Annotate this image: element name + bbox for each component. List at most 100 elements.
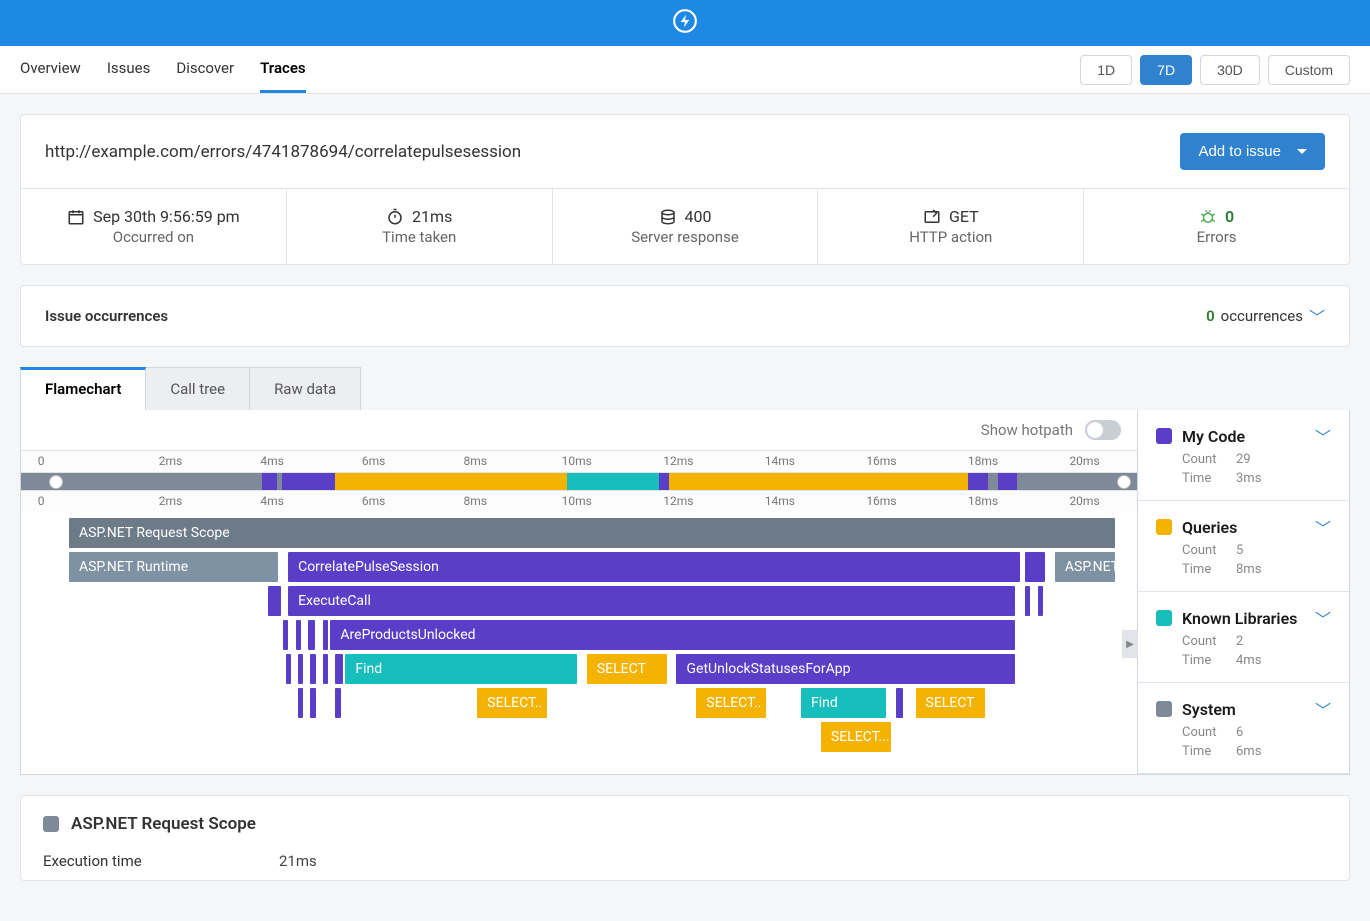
caret-down-icon xyxy=(1297,149,1307,154)
minimap-segment xyxy=(262,473,277,490)
axis-tick: 0 xyxy=(38,454,45,468)
chevron-down-icon: ﹀ xyxy=(1315,606,1331,630)
minimap-segment xyxy=(528,473,567,490)
legend-count-value: 29 xyxy=(1236,452,1251,467)
calendar-icon xyxy=(67,208,85,226)
axis-tick: 2ms xyxy=(159,494,182,508)
flame-span[interactable] xyxy=(335,688,340,718)
legend-count-label: Count xyxy=(1182,452,1222,467)
flame-span[interactable] xyxy=(296,620,301,650)
flame-span[interactable] xyxy=(310,654,315,684)
legend-system[interactable]: System ﹀ Count6 Time6ms xyxy=(1138,683,1349,774)
flame-span[interactable] xyxy=(298,688,303,718)
flame-span[interactable] xyxy=(286,654,291,684)
flame-span[interactable] xyxy=(1025,586,1030,616)
legend-time-value: 8ms xyxy=(1236,562,1261,577)
flame-span[interactable] xyxy=(308,620,315,650)
time-axis-bottom: 02ms4ms6ms8ms10ms12ms14ms16ms18ms20ms xyxy=(21,490,1137,512)
flame-span[interactable]: Find xyxy=(345,654,577,684)
flame-span[interactable]: CorrelatePulseSession xyxy=(288,552,1020,582)
axis-tick: 6ms xyxy=(362,454,385,468)
minimap[interactable] xyxy=(21,472,1137,490)
minimap-segment xyxy=(998,473,1017,490)
flame-span[interactable] xyxy=(323,620,328,650)
stat-server-response: 400 Server response xyxy=(553,189,819,264)
flamechart-body[interactable]: ASP.NET Request Scope ASP.NET Runtime Corr… xyxy=(21,512,1137,772)
range-1d[interactable]: 1D xyxy=(1080,55,1132,85)
trace-header-panel: http://example.com/errors/4741878694/cor… xyxy=(20,114,1350,265)
chevron-down-icon: ﹀ xyxy=(1315,697,1331,721)
flame-span[interactable]: Find xyxy=(801,688,886,718)
minimap-handle-right[interactable] xyxy=(1117,475,1131,489)
flame-span[interactable] xyxy=(310,688,315,718)
tab-raw-data[interactable]: Raw data xyxy=(250,367,361,410)
flame-span[interactable]: SELECT.. xyxy=(477,688,547,718)
axis-tick: 16ms xyxy=(866,454,896,468)
axis-tick: 0 xyxy=(38,494,45,508)
flame-span[interactable] xyxy=(268,586,280,616)
legend-count-value: 2 xyxy=(1236,634,1243,649)
tab-flamechart[interactable]: Flamechart xyxy=(20,367,146,410)
legend-time-value: 6ms xyxy=(1236,744,1261,759)
flame-span[interactable]: ASP.NET Runtime xyxy=(69,552,278,582)
flame-span[interactable]: SELECT xyxy=(916,688,986,718)
legend-time-label: Time xyxy=(1182,471,1222,486)
stat-http-action: GET HTTP action xyxy=(818,189,1084,264)
flame-span[interactable]: SELECT... xyxy=(821,722,891,752)
span-detail-panel: ASP.NET Request Scope Execution time 21m… xyxy=(20,795,1350,881)
chevron-down-icon: ﹀ xyxy=(1315,424,1331,448)
add-to-issue-button[interactable]: Add to issue xyxy=(1180,133,1325,170)
flame-span[interactable] xyxy=(283,620,288,650)
legend-name: Known Libraries xyxy=(1182,609,1297,628)
flame-span[interactable] xyxy=(298,654,303,684)
view-tabs: FlamechartCall treeRaw data xyxy=(20,367,1350,410)
legend-count-label: Count xyxy=(1182,543,1222,558)
issue-occurrences-toggle[interactable]: 0 occurrences ﹀ xyxy=(1206,304,1325,328)
detail-exec-key: Execution time xyxy=(43,852,279,870)
axis-tick: 18ms xyxy=(968,454,998,468)
scroll-right-button[interactable]: ▶ xyxy=(1122,630,1138,658)
nav-issues[interactable]: Issues xyxy=(107,46,151,93)
trace-url: http://example.com/errors/4741878694/cor… xyxy=(45,142,521,162)
flame-span[interactable]: SELECT xyxy=(587,654,667,684)
range-7d[interactable]: 7D xyxy=(1140,55,1192,85)
legend-name: Queries xyxy=(1182,518,1237,537)
database-icon xyxy=(659,208,677,226)
minimap-handle-left[interactable] xyxy=(49,475,63,489)
flame-span[interactable] xyxy=(323,654,328,684)
detail-exec-value: 21ms xyxy=(279,852,317,870)
flame-span[interactable]: GetUnlockStatusesForApp xyxy=(676,654,1015,684)
nav-discover[interactable]: Discover xyxy=(176,46,234,93)
legend-count-label: Count xyxy=(1182,634,1222,649)
flame-span[interactable] xyxy=(1038,586,1043,616)
nav-overview[interactable]: Overview xyxy=(20,46,81,93)
legend-queries[interactable]: Queries ﹀ Count5 Time8ms xyxy=(1138,501,1349,592)
legend-time-value: 3ms xyxy=(1236,471,1261,486)
flame-span[interactable]: ExecuteCall xyxy=(288,586,1015,616)
tab-call-tree[interactable]: Call tree xyxy=(146,367,250,410)
show-hotpath-toggle[interactable] xyxy=(1085,420,1121,440)
flame-span[interactable] xyxy=(896,688,903,718)
flame-span[interactable] xyxy=(335,654,342,684)
axis-tick: 14ms xyxy=(765,454,795,468)
minimap-segment xyxy=(282,473,335,490)
flame-span[interactable]: AreProductsUnlocked xyxy=(330,620,1015,650)
flame-span[interactable] xyxy=(1025,552,1045,582)
main-nav: Overview Issues Discover Traces 1D 7D 30D Cust… xyxy=(0,46,1370,94)
detail-title: ASP.NET Request Scope xyxy=(71,814,256,834)
legend-time-value: 4ms xyxy=(1236,653,1261,668)
range-custom[interactable]: Custom xyxy=(1268,55,1350,85)
flame-span[interactable]: SELECT.. xyxy=(696,688,766,718)
axis-tick: 4ms xyxy=(260,454,283,468)
legend-my-code[interactable]: My Code ﹀ Count29 Time3ms xyxy=(1138,410,1349,501)
legend-known-libraries[interactable]: Known Libraries ﹀ Count2 Time4ms xyxy=(1138,592,1349,683)
range-30d[interactable]: 30D xyxy=(1200,55,1260,85)
issue-occurrences-panel: Issue occurrences 0 occurrences ﹀ xyxy=(20,285,1350,347)
axis-tick: 10ms xyxy=(562,454,592,468)
flame-span[interactable]: ASP.NET Request Scope xyxy=(69,518,1115,548)
axis-tick: 12ms xyxy=(663,454,693,468)
nav-traces[interactable]: Traces xyxy=(260,46,306,93)
stopwatch-icon xyxy=(386,208,404,226)
legend-time-label: Time xyxy=(1182,744,1222,759)
flame-span[interactable]: ASP.NET R xyxy=(1055,552,1115,582)
